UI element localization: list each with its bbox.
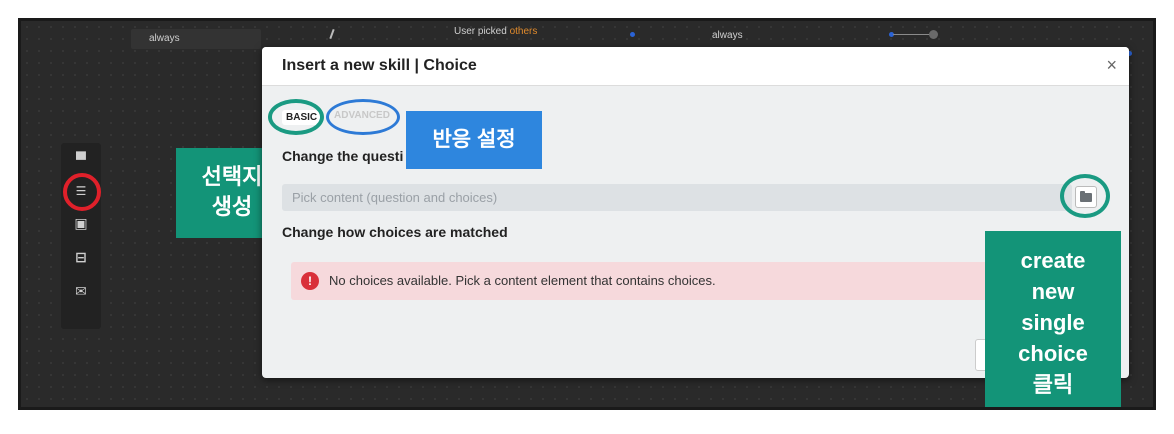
capture-icon[interactable]: ▣ [71, 213, 91, 233]
folder-button-highlight [1060, 174, 1110, 218]
basic-tab-highlight [268, 99, 324, 135]
advanced-tab-highlight [326, 99, 400, 135]
choice-list-icon[interactable]: ☰ [63, 173, 101, 211]
callout-line-click: 클릭 [1032, 372, 1074, 397]
flow-canvas[interactable]: always User picked others always ▀ ☰ ▣ ⊟… [21, 21, 1153, 407]
others-text: others [509, 26, 538, 37]
flow-label-always: always [149, 33, 180, 44]
flow-dot[interactable] [630, 32, 635, 37]
alert-message: No choices available. Pick a content ele… [329, 273, 716, 288]
skill-toolbar: ▀ ☰ ▣ ⊟ ✉ [61, 143, 101, 329]
flow-connector [329, 28, 335, 40]
callout-line-single: single [1021, 310, 1085, 335]
callout-line-choice: choice [1018, 341, 1088, 366]
message-icon[interactable]: ▀ [71, 149, 91, 169]
callout-line-new: new [1031, 279, 1075, 304]
content-picker-field[interactable]: Pick content (question and choices) [282, 184, 1072, 211]
flow-knob[interactable] [929, 30, 938, 39]
question-section-label: Change the questi [282, 148, 404, 164]
flow-label-always-2: always [712, 30, 743, 41]
dialog-title: Insert a new skill | Choice [282, 57, 477, 74]
mail-icon[interactable]: ✉ [71, 281, 91, 301]
reaction-settings-callout: 반응 설정 [406, 111, 542, 169]
app-window: always User picked others always ▀ ☰ ▣ ⊟… [18, 18, 1156, 410]
create-single-choice-callout: create new single choice 클릭 [985, 231, 1121, 407]
dialog-header: Insert a new skill | Choice × [262, 47, 1129, 86]
flow-label-user-picked: User picked others [454, 26, 537, 37]
user-picked-text: User picked [454, 26, 507, 37]
split-icon[interactable]: ⊟ [71, 247, 91, 267]
error-icon: ! [301, 272, 319, 290]
matching-section-label: Change how choices are matched [282, 224, 508, 240]
close-icon[interactable]: × [1106, 55, 1117, 76]
flow-line [893, 34, 933, 35]
callout-line-create: create [1020, 248, 1086, 273]
no-choices-alert: ! No choices available. Pick a content e… [291, 262, 1031, 300]
